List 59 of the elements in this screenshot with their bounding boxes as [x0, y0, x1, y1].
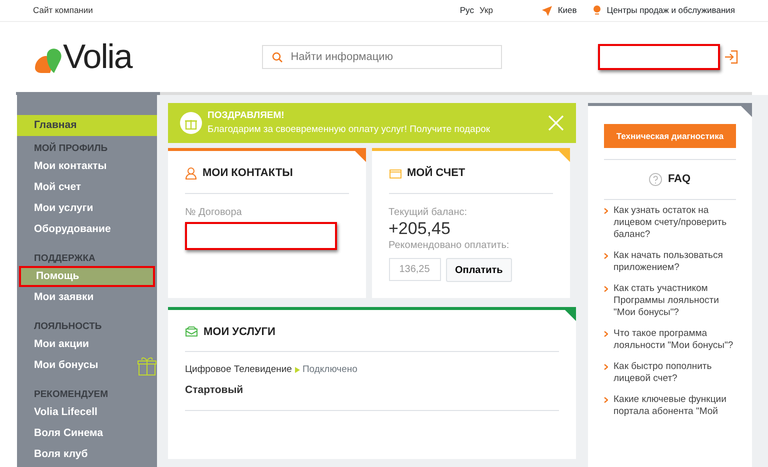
service-centers-link[interactable]: Центры продаж и обслуживания [606, 4, 735, 17]
sidebar-item[interactable]: Воля клуб [17, 444, 157, 465]
banner-title: ПОЗДРАВЛЯЕМ! [208, 108, 286, 123]
section-heading: ПОДДЕРЖКА [33, 252, 96, 266]
chevron-icon [604, 397, 608, 403]
city-link[interactable]: Киев [558, 4, 577, 17]
plan-name: Стартовый [185, 382, 559, 411]
service-status: Подключено [302, 363, 358, 378]
search-icon [272, 52, 283, 63]
section-heading: РЕКОМЕНДУЕМ [33, 388, 110, 402]
sidebar-item[interactable]: Оборудование [17, 219, 157, 240]
close-icon[interactable] [548, 114, 564, 131]
question-icon [649, 172, 662, 186]
balance-label: Текущий баланс: [388, 206, 468, 220]
login-icon[interactable] [724, 50, 738, 64]
chevron-icon [604, 364, 608, 370]
faq-link[interactable]: Как начать пользоваться приложением? [614, 250, 736, 274]
logo-text[interactable]: Volia [63, 40, 132, 74]
faq-link[interactable]: Как быстро пополнить лицевой счет? [614, 361, 736, 385]
card-title: МОИ КОНТАКТЫ [202, 166, 293, 182]
card-title: МОИ УСЛУГИ [204, 324, 276, 340]
field-label: № Договора [185, 206, 243, 220]
chevron-icon [604, 286, 608, 292]
sidebar-item[interactable]: Volia Lifecell [17, 402, 157, 423]
sidebar-item[interactable]: Мои бонусы [17, 355, 125, 376]
chevron-icon [604, 331, 608, 337]
chevron-icon [604, 208, 608, 214]
map-pin-icon [593, 5, 602, 16]
sidebar-item[interactable]: Мои акции [17, 334, 157, 355]
faq-link[interactable]: Что такое программа лояльности "Мои бонусы"? [614, 328, 736, 352]
company-link[interactable]: Сайт компании [33, 4, 93, 17]
sidebar-item[interactable]: Мои услуги [17, 198, 157, 219]
language-link[interactable]: Рус [460, 4, 474, 17]
section-heading: МОЙ ПРОФИЛЬ [33, 142, 109, 156]
balance-value: +205,45 [388, 220, 452, 238]
faq-link[interactable]: Как узнать остаток на лицевом счету/проверить баланс? [614, 205, 736, 241]
sidebar-item[interactable]: Мои заявки [17, 287, 157, 308]
section-heading: ЛОЯЛЬНОСТЬ [33, 320, 103, 334]
faq-title: FAQ [668, 172, 691, 187]
card-title: МОЙ СЧЕТ [407, 165, 466, 182]
wallet-icon [388, 168, 402, 179]
status-arrow-icon [294, 367, 300, 374]
gift-icon [180, 112, 202, 134]
sidebar-item[interactable]: Мои контакты [17, 156, 157, 177]
sidebar-item[interactable]: Главная [17, 115, 157, 136]
sidebar-item[interactable]: Воля Синема [17, 423, 157, 444]
service-name: Цифровое Телевидение [185, 363, 292, 378]
recommended-label: Рекомендовано оплатить: [388, 238, 510, 253]
language-link[interactable]: Укр [479, 4, 493, 17]
pay-button[interactable]: Оплатить [446, 258, 512, 282]
banner-text: Благодарим за своевременную оплату услуг! [208, 124, 408, 135]
person-icon [185, 166, 197, 180]
envelope-icon [185, 326, 198, 338]
search-field[interactable]: Найти информацию [262, 45, 502, 69]
faq-link[interactable]: Как стать участником Программы лояльности "Мои бонусы"? [614, 283, 736, 319]
chevron-icon [604, 253, 608, 259]
location-arrow-icon [542, 6, 552, 16]
faq-link[interactable]: Какие ключевые функции портала абонента "Мой [614, 394, 736, 418]
sidebar-item[interactable]: Мой счет [17, 177, 157, 198]
